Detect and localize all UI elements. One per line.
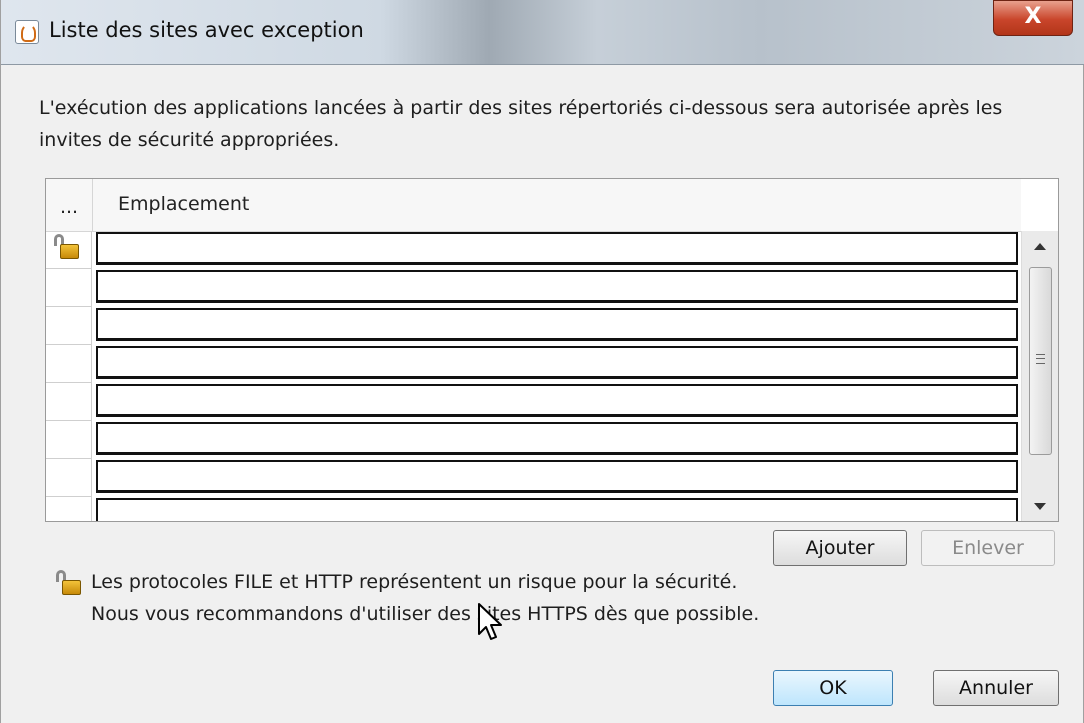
location-cell[interactable] xyxy=(96,270,1018,303)
ok-button[interactable]: OK xyxy=(773,670,893,706)
title-bar[interactable]: Liste des sites avec exception X xyxy=(1,0,1084,65)
close-button[interactable]: X xyxy=(993,0,1073,36)
row-marker-cell xyxy=(46,231,92,269)
remove-button[interactable]: Enlever xyxy=(921,530,1055,566)
scroll-down-arrow-icon[interactable] xyxy=(1034,503,1046,510)
window-title: Liste des sites avec exception xyxy=(49,18,364,42)
row-marker-cell xyxy=(46,269,92,307)
unlocked-lock-icon xyxy=(55,570,81,596)
location-cell[interactable] xyxy=(96,308,1018,341)
scrollbar-thumb[interactable] xyxy=(1029,267,1052,455)
unlocked-lock-icon xyxy=(53,234,79,260)
vertical-scrollbar[interactable] xyxy=(1021,231,1058,521)
row-marker-cell xyxy=(46,459,92,497)
security-warning: Les protocoles FILE et HTTP représentent… xyxy=(91,566,759,630)
table-row[interactable] xyxy=(46,383,1021,421)
table-row[interactable] xyxy=(46,345,1021,383)
table-row[interactable] xyxy=(46,231,1021,269)
exception-site-list-dialog: Liste des sites avec exception X L'exécu… xyxy=(0,0,1084,723)
description-text: L'exécution des applications lancées à p… xyxy=(39,97,1003,151)
row-marker-cell xyxy=(46,345,92,383)
table-row[interactable] xyxy=(46,307,1021,345)
warning-line-1: Les protocoles FILE et HTTP représentent… xyxy=(91,571,738,593)
row-marker-cell xyxy=(46,383,92,421)
table-row[interactable] xyxy=(46,421,1021,459)
table-header: ... Emplacement xyxy=(46,179,1021,232)
column-header-location[interactable]: Emplacement xyxy=(118,193,249,215)
row-marker-cell xyxy=(46,497,92,521)
add-button[interactable]: Ajouter xyxy=(773,530,907,566)
mouse-cursor-icon xyxy=(478,603,502,640)
location-cell[interactable] xyxy=(96,460,1018,493)
cancel-button[interactable]: Annuler xyxy=(933,670,1059,706)
row-marker-cell xyxy=(46,307,92,345)
location-cell[interactable] xyxy=(96,384,1018,417)
scroll-up-arrow-icon[interactable] xyxy=(1034,243,1046,250)
table-row[interactable] xyxy=(46,269,1021,307)
table-row[interactable] xyxy=(46,459,1021,497)
sites-table: ... Emplacement xyxy=(45,178,1059,522)
table-row[interactable] xyxy=(46,497,1021,521)
location-cell[interactable] xyxy=(96,346,1018,379)
location-cell[interactable] xyxy=(96,422,1018,455)
column-header-marker[interactable]: ... xyxy=(46,179,93,231)
location-cell[interactable] xyxy=(96,232,1018,265)
java-icon xyxy=(15,20,39,44)
row-marker-cell xyxy=(46,421,92,459)
grip-icon xyxy=(1036,354,1045,364)
warning-line-2: Nous vous recommandons d'utiliser des si… xyxy=(91,603,760,625)
location-cell[interactable] xyxy=(96,498,1018,521)
